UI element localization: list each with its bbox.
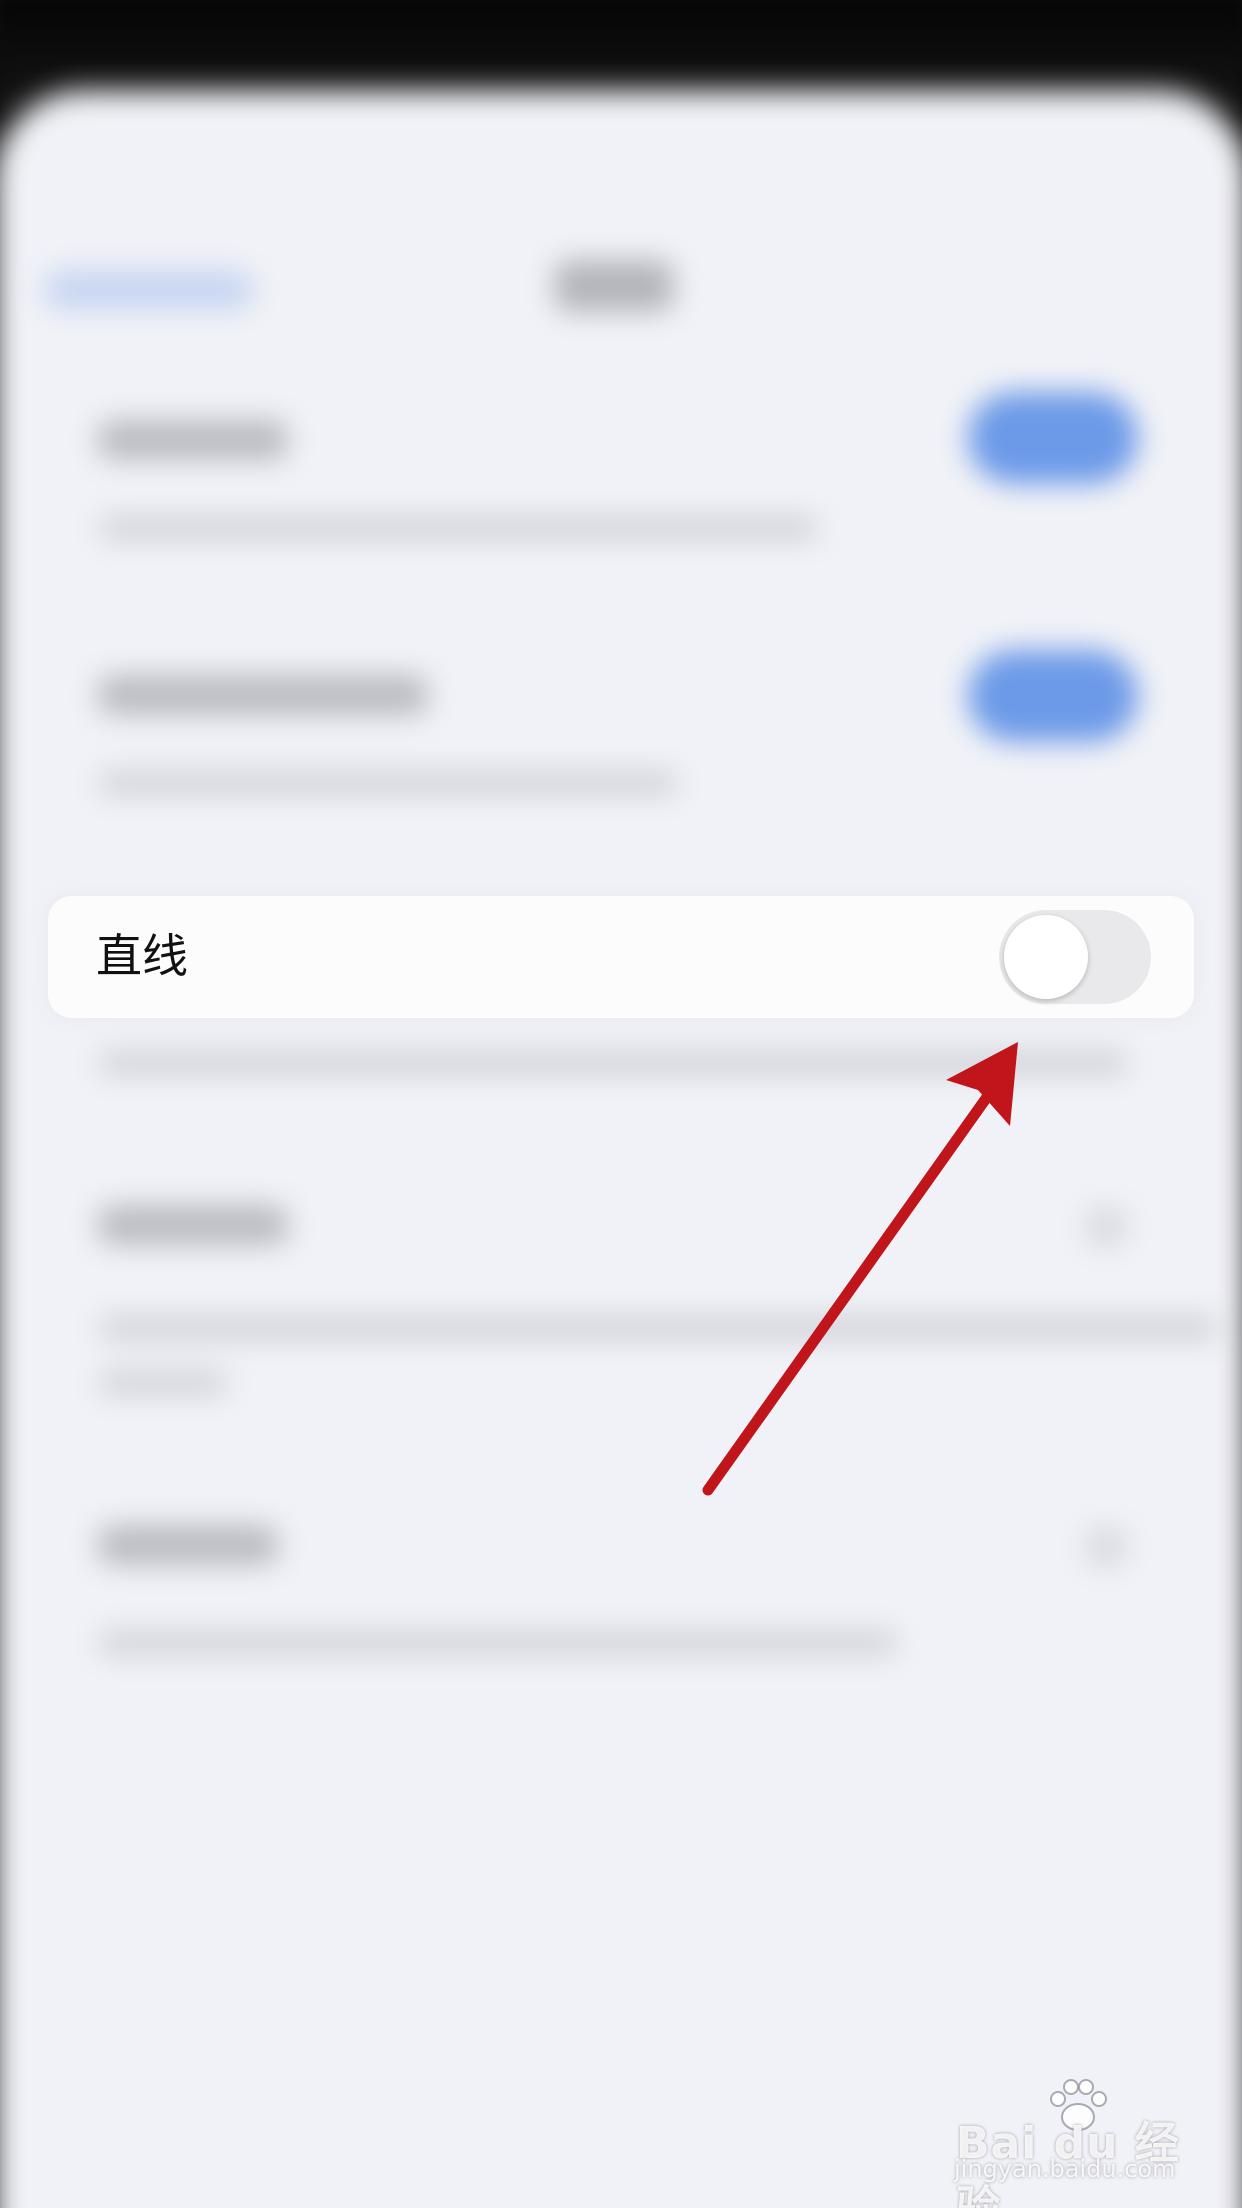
- screen: 直线 Bai du 经验 jingyan.baidu.com: [0, 0, 1242, 2208]
- baidu-watermark: Bai du 经验 jingyan.baidu.com: [950, 2075, 1210, 2208]
- watermark-url: jingyan.baidu.com: [954, 2155, 1176, 2183]
- annotation-arrow-icon: [702, 1042, 1018, 1496]
